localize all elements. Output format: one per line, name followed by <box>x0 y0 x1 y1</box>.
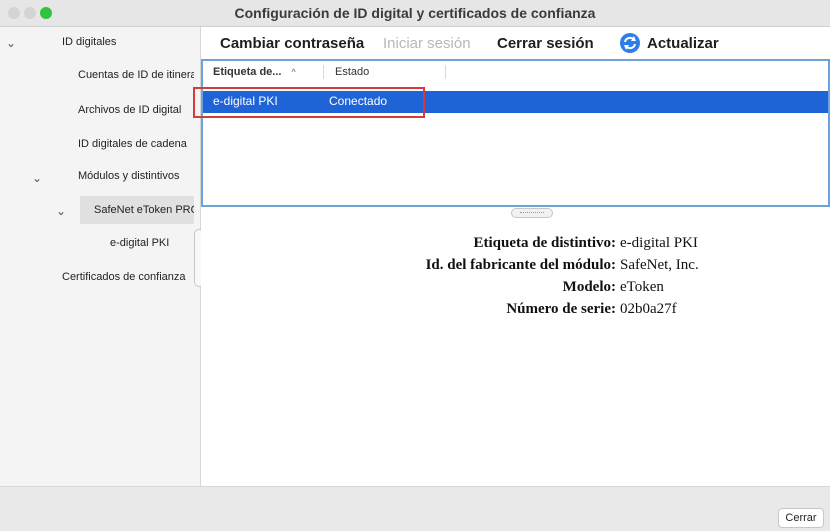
detail-row: Número de serie: 02b0a27f <box>201 301 830 323</box>
close-button[interactable]: Cerrar <box>778 508 824 528</box>
pane-splitter[interactable] <box>511 208 553 218</box>
cell-status: Conectado <box>329 94 388 108</box>
detail-value: eToken <box>620 279 664 295</box>
sidebar-item-id-digitales[interactable]: ID digitales <box>62 31 196 53</box>
column-header-label-text: Etiqueta de... <box>213 66 282 78</box>
sidebar-item-modulos[interactable]: Módulos y distintivos <box>78 165 194 187</box>
detail-label: Etiqueta de distintivo: <box>473 235 616 251</box>
detail-row: Etiqueta de distintivo: e-digital PKI <box>201 235 830 257</box>
login-button[interactable]: Iniciar sesión <box>383 35 471 52</box>
bottom-bar: Cerrar <box>0 486 830 531</box>
main-panel: Cambiar contraseña Iniciar sesión Cerrar… <box>201 27 830 487</box>
sidebar-item-cuentas[interactable]: Cuentas de ID de itinerancia <box>78 64 194 86</box>
sidebar-item-archivos[interactable]: Archivos de ID digital <box>78 99 194 121</box>
column-divider <box>445 65 446 79</box>
sidebar-item-e-digital-pki[interactable]: e-digital PKI <box>110 232 194 254</box>
logout-button[interactable]: Cerrar sesión <box>497 35 594 52</box>
detail-value: e-digital PKI <box>620 235 698 251</box>
window-title: Configuración de ID digital y certificad… <box>234 5 596 21</box>
toolbar: Cambiar contraseña Iniciar sesión Cerrar… <box>201 27 830 59</box>
chevron-down-icon[interactable]: ⌄ <box>32 167 42 189</box>
sort-ascending-icon: ^ <box>291 67 296 77</box>
column-divider <box>323 65 324 79</box>
title-bar: Configuración de ID digital y certificad… <box>0 0 830 27</box>
tokens-table: Etiqueta de... ^ Estado e-digital PKI Con… <box>201 59 830 207</box>
refresh-button[interactable]: Actualizar <box>647 35 719 52</box>
column-header-label[interactable]: Etiqueta de... ^ <box>213 61 296 83</box>
sidebar-item-certificados[interactable]: Certificados de confianza <box>62 266 194 288</box>
detail-label: Modelo: <box>562 279 616 295</box>
change-password-button[interactable]: Cambiar contraseña <box>220 35 364 52</box>
detail-label: Número de serie: <box>506 301 616 317</box>
detail-value: 02b0a27f <box>620 301 677 317</box>
refresh-icon[interactable] <box>619 32 641 54</box>
sidebar-item-safenet[interactable]: SafeNet eToken PRO <box>94 199 194 221</box>
column-header-status[interactable]: Estado <box>335 61 369 83</box>
sidebar-item-cadena[interactable]: ID digitales de cadena <box>78 133 194 155</box>
splitter-grip-icon <box>520 212 544 215</box>
cell-label: e-digital PKI <box>213 94 278 108</box>
table-row[interactable]: e-digital PKI Conectado <box>203 91 828 113</box>
sidebar-tree: ⌄ ID digitales Cuentas de ID de itineran… <box>0 27 204 530</box>
detail-row: Modelo: eToken <box>201 279 830 301</box>
detail-label: Id. del fabricante del módulo: <box>425 257 616 273</box>
detail-row: Id. del fabricante del módulo: SafeNet, … <box>201 257 830 279</box>
chevron-down-icon[interactable]: ⌄ <box>56 200 66 222</box>
detail-value: SafeNet, Inc. <box>620 257 699 273</box>
chevron-down-icon[interactable]: ⌄ <box>6 32 16 54</box>
